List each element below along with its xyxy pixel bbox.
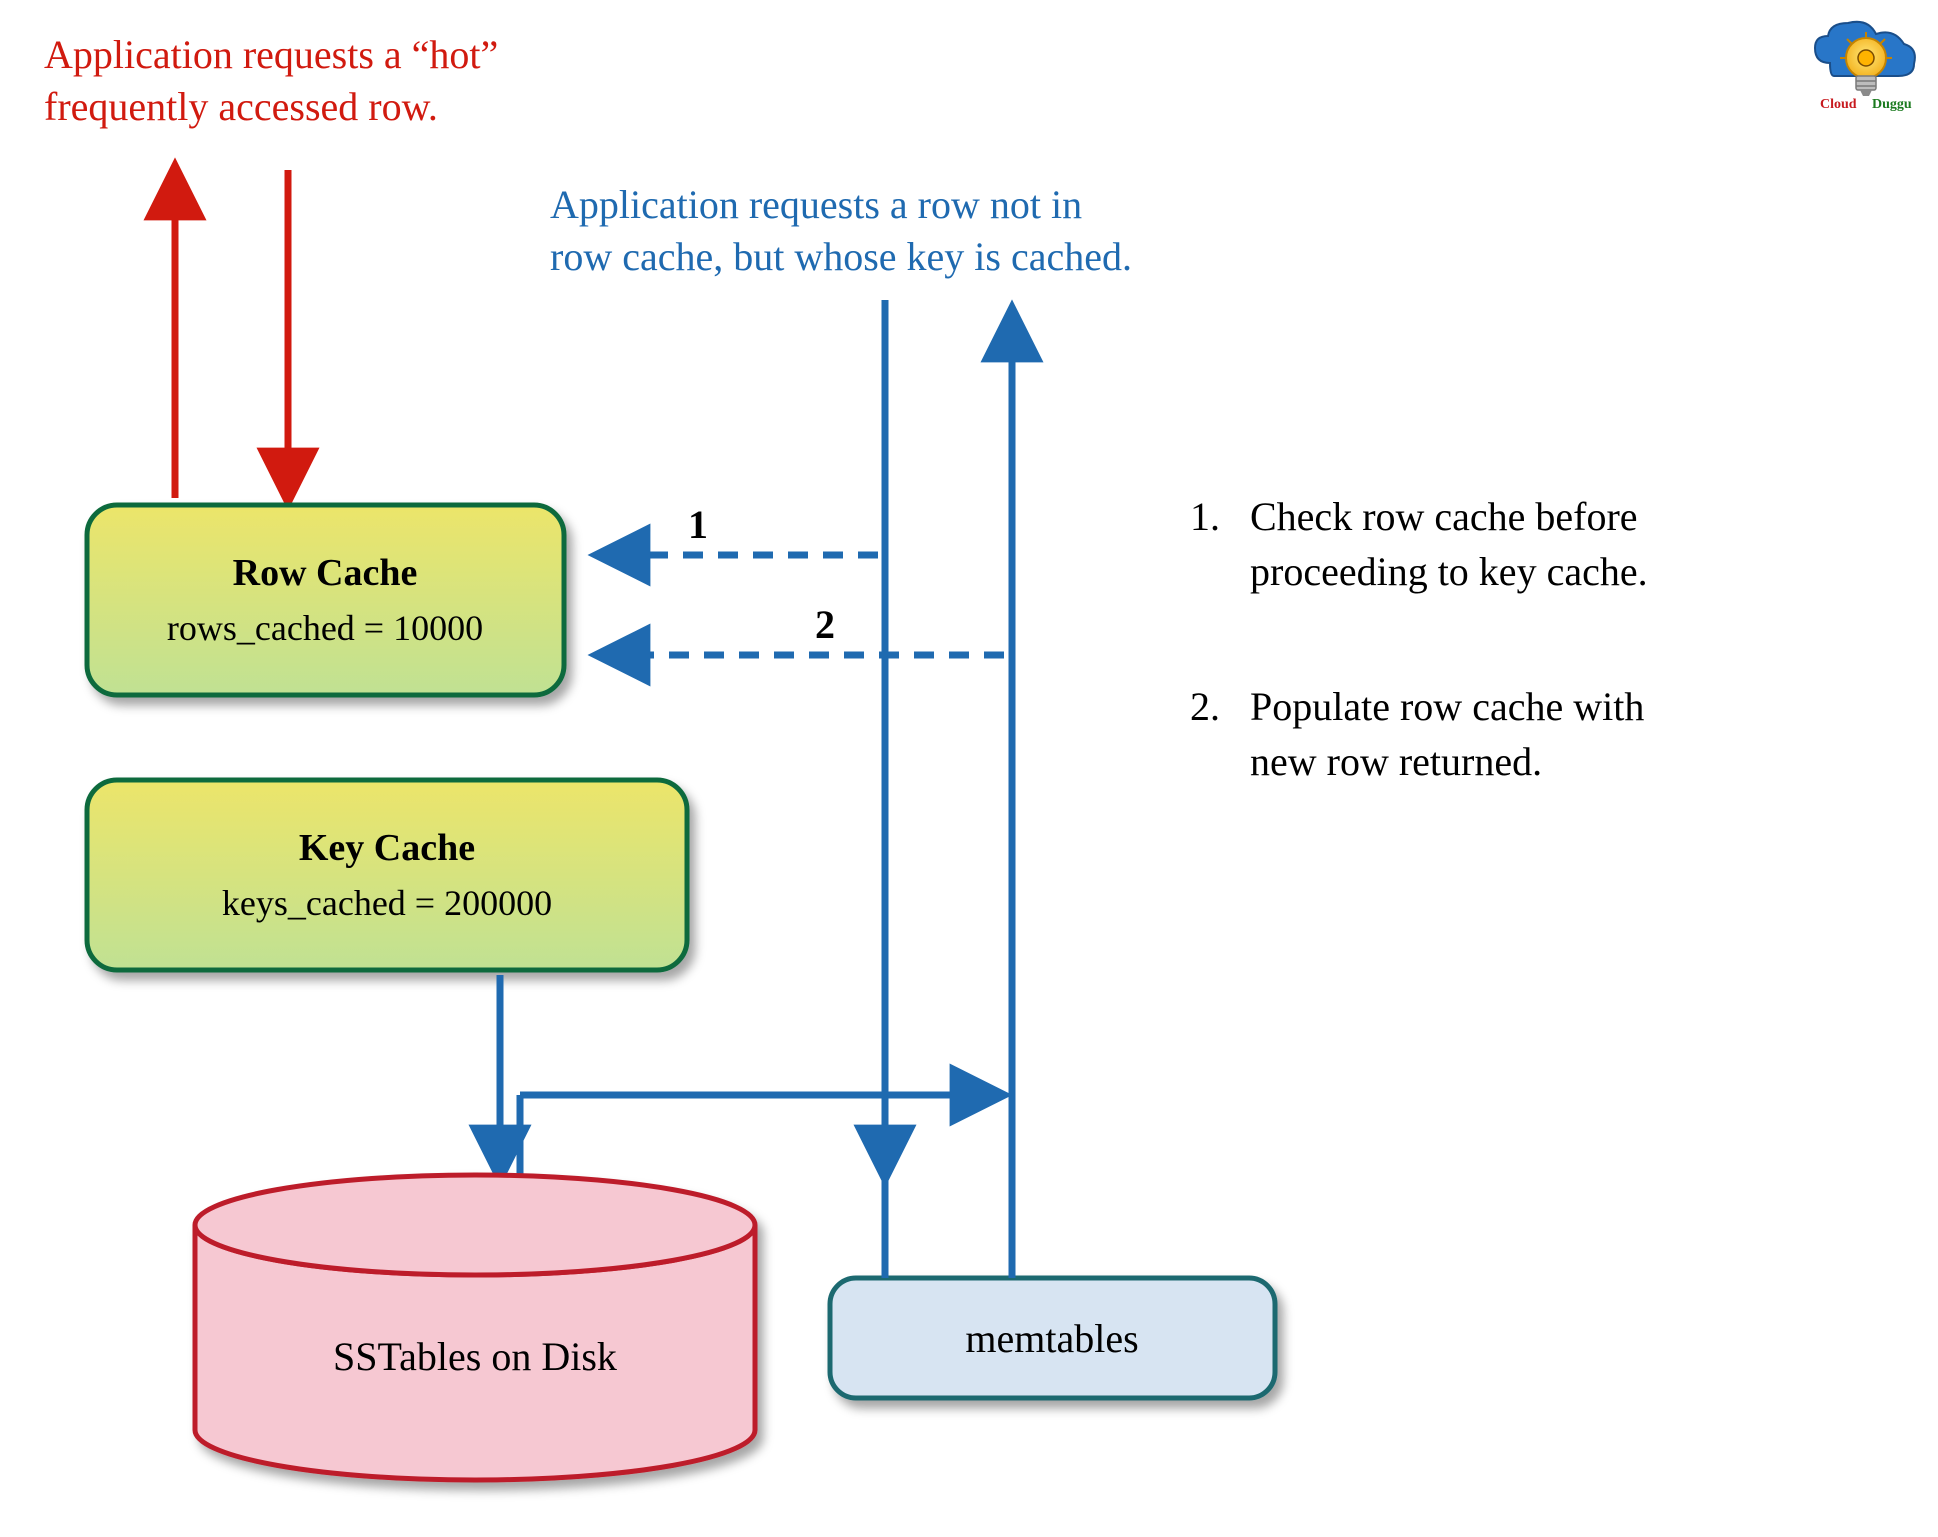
- row-cache-subtitle: rows_cached = 10000: [167, 608, 483, 648]
- key-cache-title: Key Cache: [299, 827, 475, 869]
- sstables-label: SSTables on Disk: [333, 1334, 617, 1379]
- diagram-canvas: Cloud Duggu Application requests a “hot”…: [0, 0, 1938, 1537]
- row-cache-title: Row Cache: [233, 552, 418, 594]
- step-1-line1: Check row cache before: [1250, 494, 1638, 539]
- logo-text-right: Duggu: [1872, 97, 1912, 112]
- logo-text-left: Cloud: [1820, 97, 1857, 112]
- step-2-number: 2.: [1190, 684, 1220, 729]
- step-2-line2: new row returned.: [1250, 739, 1542, 784]
- step-1-number: 1.: [1190, 494, 1220, 539]
- edge-label-1: 1: [688, 502, 708, 547]
- row-cache-box: [87, 505, 564, 695]
- step-2-line1: Populate row cache with: [1250, 684, 1644, 729]
- key-cached-annotation-line2: row cache, but whose key is cached.: [550, 234, 1132, 279]
- memtables-label: memtables: [965, 1316, 1138, 1361]
- key-cache-subtitle: keys_cached = 200000: [222, 883, 552, 923]
- key-cached-annotation-line1: Application requests a row not in: [550, 182, 1082, 227]
- hot-row-annotation-line2: frequently accessed row.: [44, 84, 438, 129]
- key-cache-box: [87, 780, 687, 970]
- sstables-cylinder: [195, 1175, 755, 1480]
- step-1-line2: proceeding to key cache.: [1250, 549, 1648, 594]
- hot-row-annotation-line1: Application requests a “hot”: [44, 32, 498, 77]
- edge-label-2: 2: [815, 602, 835, 647]
- logo: Cloud Duggu: [1815, 22, 1915, 112]
